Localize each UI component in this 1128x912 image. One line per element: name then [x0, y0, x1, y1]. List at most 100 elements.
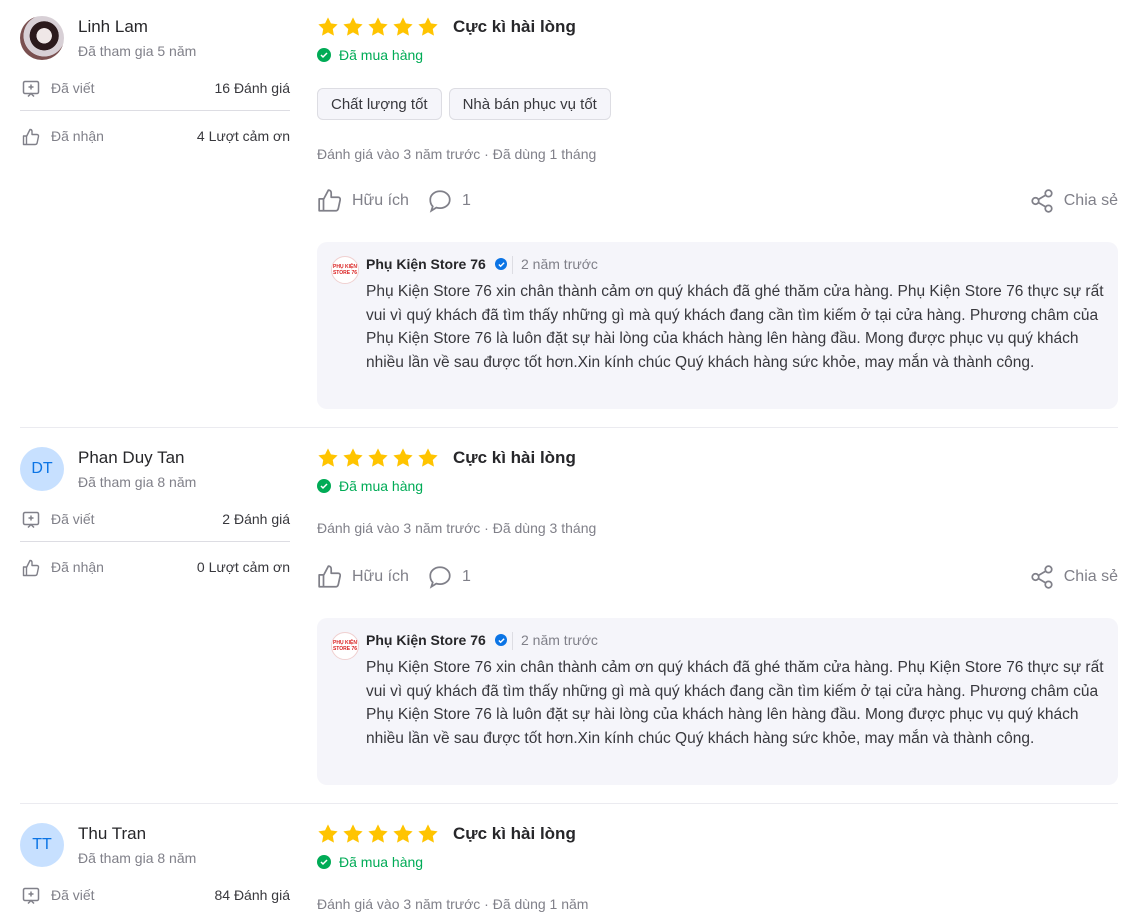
reply-separator: [512, 256, 513, 274]
review-actions: Hữu ích 1 Chia sẻ: [317, 564, 1118, 592]
star-icon: [418, 17, 438, 36]
check-circle-icon: [317, 479, 331, 493]
review-title: Cực kì hài lòng: [453, 17, 576, 36]
stat-received: Đã nhận 4 Lượt cảm ơn: [20, 126, 290, 148]
thumbs-up-icon: [318, 189, 342, 212]
star-icon: [318, 824, 338, 843]
review-divider: [20, 803, 1118, 804]
check-circle-icon: [317, 855, 331, 869]
thumbs-up-icon: [22, 128, 40, 146]
star-icon: [393, 824, 413, 843]
review-attributes: Chất lượng tốt Nhà bán phục vụ tốt: [317, 88, 611, 120]
seller-reply: PHỤ KIỆN STORE 76 Phụ Kiện Store 76 2 nă…: [317, 618, 1118, 785]
rating-stars: [317, 823, 439, 845]
star-icon: [418, 448, 438, 467]
joined-duration: Đã tham gia 5 năm: [78, 43, 197, 59]
written-label: Đã viết: [51, 887, 95, 903]
reply-text: Phụ Kiện Store 76 xin chân thành cảm ơn …: [366, 659, 1104, 747]
purchased-label: Đã mua hàng: [339, 478, 424, 494]
written-label: Đã viết: [51, 80, 95, 96]
written-count: 16 Đánh giá: [214, 80, 290, 96]
reply-time: 2 năm trước: [521, 256, 598, 272]
review-divider: [20, 427, 1118, 428]
star-icon: [343, 824, 363, 843]
review-actions: Hữu ích 1 Chia sẻ: [317, 188, 1118, 216]
review-meta: Đánh giá vào 3 năm trước · Đã dùng 1 năm: [317, 896, 589, 912]
helpful-label: Hữu ích: [352, 568, 409, 585]
helpful-button[interactable]: Hữu ích: [317, 564, 409, 590]
attribute-chip: Nhà bán phục vụ tốt: [448, 88, 611, 120]
review-written-icon: [22, 511, 40, 529]
avatar: TT: [20, 823, 64, 867]
reviewer-name: Linh Lam: [78, 17, 148, 36]
joined-duration: Đã tham gia 8 năm: [78, 474, 197, 490]
comment-icon: [429, 190, 451, 213]
received-count: 0 Lượt cảm ơn: [196, 559, 290, 575]
thumbs-up-icon: [318, 565, 342, 588]
star-icon: [393, 448, 413, 467]
thumbs-up-icon: [22, 559, 40, 577]
written-count: 84 Đánh giá: [214, 887, 290, 903]
star-icon: [318, 448, 338, 467]
comment-count: 1: [462, 192, 471, 209]
written-label: Đã viết: [51, 511, 95, 527]
stat-divider: [20, 541, 290, 542]
review-title: Cực kì hài lòng: [453, 448, 576, 467]
star-icon: [318, 17, 338, 36]
purchased-label: Đã mua hàng: [339, 47, 424, 63]
star-icon: [418, 824, 438, 843]
purchased-badge: Đã mua hàng: [317, 478, 423, 494]
star-icon: [368, 448, 388, 467]
reviewer-name: Thu Tran: [78, 824, 147, 843]
star-icon: [343, 17, 363, 36]
star-icon: [368, 824, 388, 843]
avatar: DT: [20, 447, 64, 491]
stat-received: Đã nhận 0 Lượt cảm ơn: [20, 557, 290, 579]
rating-stars: [317, 447, 439, 469]
seller-reply: PHỤ KIỆN STORE 76 Phụ Kiện Store 76 2 nă…: [317, 242, 1118, 409]
comment-button[interactable]: 1: [427, 188, 471, 214]
joined-duration: Đã tham gia 8 năm: [78, 850, 197, 866]
share-label: Chia sẻ: [1063, 192, 1118, 209]
helpful-label: Hữu ích: [352, 192, 409, 209]
review-title: Cực kì hài lòng: [453, 824, 576, 843]
reply-time: 2 năm trước: [521, 632, 598, 648]
helpful-button[interactable]: Hữu ích: [317, 188, 409, 214]
purchased-badge: Đã mua hàng: [317, 47, 423, 63]
verified-badge-icon: [495, 634, 507, 646]
purchased-label: Đã mua hàng: [339, 854, 424, 870]
reply-text: Phụ Kiện Store 76 xin chân thành cảm ơn …: [366, 283, 1104, 371]
received-count: 4 Lượt cảm ơn: [196, 128, 290, 144]
stat-written: Đã viết 84 Đánh giá: [20, 885, 290, 907]
verified-badge-icon: [495, 258, 507, 270]
seller-logo: PHỤ KIỆN STORE 76: [331, 256, 359, 284]
share-button[interactable]: Chia sẻ: [1029, 564, 1118, 590]
purchased-badge: Đã mua hàng: [317, 854, 423, 870]
share-button[interactable]: Chia sẻ: [1029, 188, 1118, 214]
seller-name[interactable]: Phụ Kiện Store 76: [366, 256, 486, 272]
stat-written: Đã viết 16 Đánh giá: [20, 78, 290, 100]
reviewer-name: Phan Duy Tan: [78, 448, 185, 467]
share-icon: [1031, 565, 1053, 589]
comment-count: 1: [462, 568, 471, 585]
received-label: Đã nhận: [51, 128, 104, 144]
stat-written: Đã viết 2 Đánh giá: [20, 509, 290, 531]
avatar: [20, 16, 64, 60]
check-circle-icon: [317, 48, 331, 62]
star-icon: [368, 17, 388, 36]
review-written-icon: [22, 887, 40, 905]
received-label: Đã nhận: [51, 559, 104, 575]
stat-divider: [20, 110, 290, 111]
review-written-icon: [22, 80, 40, 98]
rating-stars: [317, 16, 439, 38]
written-count: 2 Đánh giá: [222, 511, 290, 527]
attribute-chip: Chất lượng tốt: [317, 88, 442, 120]
reply-separator: [512, 632, 513, 650]
comment-icon: [429, 566, 451, 589]
share-icon: [1031, 189, 1053, 213]
review-meta: Đánh giá vào 3 năm trước · Đã dùng 3 thá…: [317, 520, 597, 536]
seller-logo: PHỤ KIỆN STORE 76: [331, 632, 359, 660]
review-meta: Đánh giá vào 3 năm trước · Đã dùng 1 thá…: [317, 146, 597, 162]
seller-name[interactable]: Phụ Kiện Store 76: [366, 632, 486, 648]
comment-button[interactable]: 1: [427, 564, 471, 590]
